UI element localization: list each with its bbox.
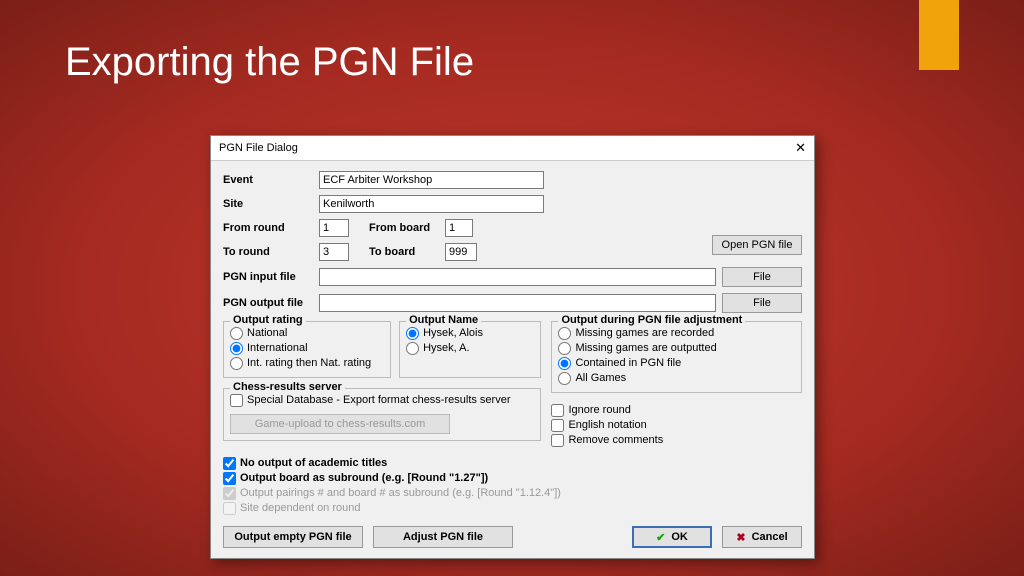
- output-adjustment-group: Output during PGN file adjustment Missin…: [551, 321, 802, 393]
- to-board-field[interactable]: [445, 243, 477, 261]
- radio-missing-recorded[interactable]: Missing games are recorded: [558, 326, 795, 341]
- check-english-notation[interactable]: English notation: [551, 418, 802, 433]
- radio-name-full[interactable]: Hysek, Alois: [406, 326, 534, 341]
- check-subround[interactable]: Output board as subround (e.g. [Round "1…: [223, 471, 802, 486]
- output-rating-group: Output rating National International Int…: [223, 321, 391, 378]
- output-empty-button[interactable]: Output empty PGN file: [223, 526, 363, 548]
- chess-results-legend: Chess-results server: [230, 381, 345, 393]
- output-adj-legend: Output during PGN file adjustment: [558, 314, 745, 326]
- slide-title: Exporting the PGN File: [65, 40, 474, 85]
- event-field[interactable]: [319, 171, 544, 189]
- accent-bar: [919, 0, 959, 70]
- pgn-input-field[interactable]: [319, 268, 716, 286]
- pgn-input-label: PGN input file: [223, 271, 313, 283]
- game-upload-button: Game-upload to chess-results.com: [230, 414, 450, 434]
- pgn-input-file-button[interactable]: File: [722, 267, 802, 287]
- check-site-dependent: Site dependent on round: [223, 501, 802, 516]
- radio-all-games[interactable]: All Games: [558, 371, 795, 386]
- check-special-db[interactable]: Special Database - Export format chess-r…: [230, 393, 534, 408]
- cancel-button[interactable]: Cancel: [722, 526, 802, 548]
- close-icon[interactable]: ✕: [795, 140, 806, 156]
- output-name-group: Output Name Hysek, Alois Hysek, A.: [399, 321, 541, 378]
- to-board-label: To board: [369, 246, 439, 258]
- pgn-output-field[interactable]: [319, 294, 716, 312]
- to-round-label: To round: [223, 246, 313, 258]
- output-name-legend: Output Name: [406, 314, 481, 326]
- from-board-label: From board: [369, 222, 439, 234]
- event-label: Event: [223, 174, 313, 186]
- x-icon: [736, 531, 745, 544]
- check-pairings-subround: Output pairings # and board # as subroun…: [223, 486, 802, 501]
- check-ignore-round[interactable]: Ignore round: [551, 403, 802, 418]
- ok-button[interactable]: OK: [632, 526, 712, 548]
- adjust-pgn-button[interactable]: Adjust PGN file: [373, 526, 513, 548]
- check-remove-comments[interactable]: Remove comments: [551, 433, 802, 448]
- from-round-field[interactable]: [319, 219, 349, 237]
- pgn-output-label: PGN output file: [223, 297, 313, 309]
- radio-national[interactable]: National: [230, 326, 384, 341]
- from-board-field[interactable]: [445, 219, 473, 237]
- radio-contained[interactable]: Contained in PGN file: [558, 356, 795, 371]
- site-label: Site: [223, 198, 313, 210]
- radio-int-then-nat[interactable]: Int. rating then Nat. rating: [230, 356, 384, 371]
- to-round-field[interactable]: [319, 243, 349, 261]
- radio-missing-outputted[interactable]: Missing games are outputted: [558, 341, 795, 356]
- dialog-titlebar: PGN File Dialog ✕: [211, 136, 814, 161]
- pgn-output-file-button[interactable]: File: [722, 293, 802, 313]
- dialog-title: PGN File Dialog: [219, 142, 298, 154]
- output-rating-legend: Output rating: [230, 314, 306, 326]
- radio-name-short[interactable]: Hysek, A.: [406, 341, 534, 356]
- from-round-label: From round: [223, 222, 313, 234]
- check-icon: [656, 531, 665, 544]
- chess-results-group: Chess-results server Special Database - …: [223, 388, 541, 441]
- check-no-academic[interactable]: No output of academic titles: [223, 456, 802, 471]
- site-field[interactable]: [319, 195, 544, 213]
- pgn-file-dialog: PGN File Dialog ✕ Event Site From round …: [210, 135, 815, 559]
- radio-international[interactable]: International: [230, 341, 384, 356]
- open-pgn-button[interactable]: Open PGN file: [712, 235, 802, 255]
